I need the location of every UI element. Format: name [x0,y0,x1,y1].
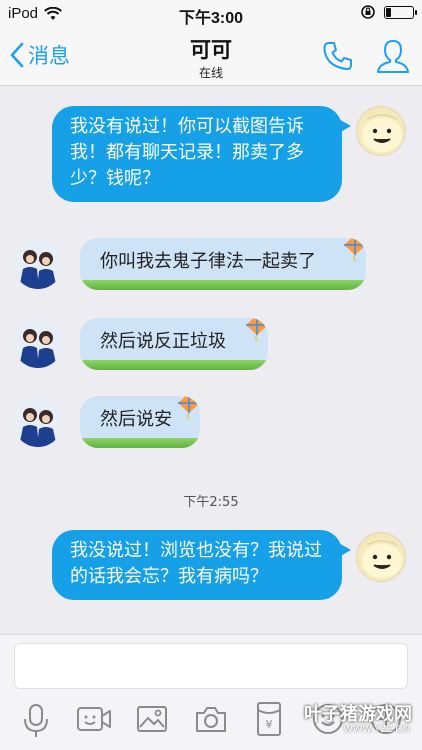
bun-face-icon [362,114,402,152]
message-bubble-outgoing[interactable]: 我没说过！浏览也没有？我说过的话我会忘？我有病吗？ [52,530,351,600]
photo-button[interactable] [136,705,168,737]
call-button[interactable] [322,40,354,76]
message-timestamp: 下午2:55 [183,495,239,510]
profile-button[interactable] [376,38,410,78]
red-packet-button[interactable]: ¥ [256,701,282,741]
video-icon [77,707,111,731]
nav-bar: 消息 可可 在线 [0,28,422,86]
status-right [360,4,417,20]
grass-decoration [80,280,366,290]
status-bar: iPod 下午3:00 [0,0,422,28]
message-text: 你叫我去鬼子律法一起卖了 [100,251,316,272]
grass-decoration [80,438,200,448]
contact-avatar[interactable] [13,239,63,289]
message-bubble-incoming[interactable]: 然后说安 [80,396,200,448]
my-avatar[interactable] [356,532,406,582]
message-bubble-outgoing[interactable]: 我没有说过！你可以截图告诉我！都有聊天记录！那卖了多少？钱呢？ [52,106,351,202]
rotation-lock-icon [361,5,375,19]
bun-face-icon [362,540,402,578]
my-avatar[interactable] [356,106,406,156]
contact-name: 可可 [190,38,232,62]
grass-decoration [80,360,268,370]
svg-text:¥: ¥ [266,718,273,731]
voice-button[interactable] [22,703,50,743]
contact-photo-icon [13,397,63,447]
kite-icon [344,238,366,262]
kite-icon [178,396,200,420]
camera-icon [196,707,226,732]
phone-icon [323,42,352,70]
contact-photo-icon [13,239,63,289]
contact-avatar[interactable] [13,397,63,447]
image-icon [137,706,167,732]
red-packet-icon: ¥ [257,702,281,736]
message-text: 我没说过！浏览也没有？我说过的话我会忘？我有病吗？ [70,540,322,587]
online-status: 在线 [198,66,223,80]
message-text: 然后说安 [100,409,172,430]
video-button[interactable] [76,705,112,737]
message-bubble-incoming[interactable]: 你叫我去鬼子律法一起卖了 [80,238,366,290]
watermark-url: WWW.YZZ.CN [343,724,410,735]
microphone-icon [24,704,48,737]
battery-icon [384,5,417,19]
message-bubble-incoming[interactable]: 然后说反正垃圾 [80,318,268,370]
message-text: 我没有说过！你可以截图告诉我！都有聊天记录！那卖了多少？钱呢？ [70,116,304,189]
person-icon [377,40,409,73]
message-input[interactable] [14,643,408,689]
message-text: 然后说反正垃圾 [100,331,226,352]
camera-button[interactable] [194,705,228,737]
contact-avatar[interactable] [13,318,63,368]
contact-photo-icon [13,318,63,368]
chat-area: 我没有说过！你可以截图告诉我！都有聊天记录！那卖了多少？钱呢？ 你叫我去鬼子律法… [0,86,422,634]
kite-icon [246,318,268,342]
status-time: 下午3:00 [178,10,244,27]
watermark-logo: 叶子猪游戏网 [304,704,412,724]
